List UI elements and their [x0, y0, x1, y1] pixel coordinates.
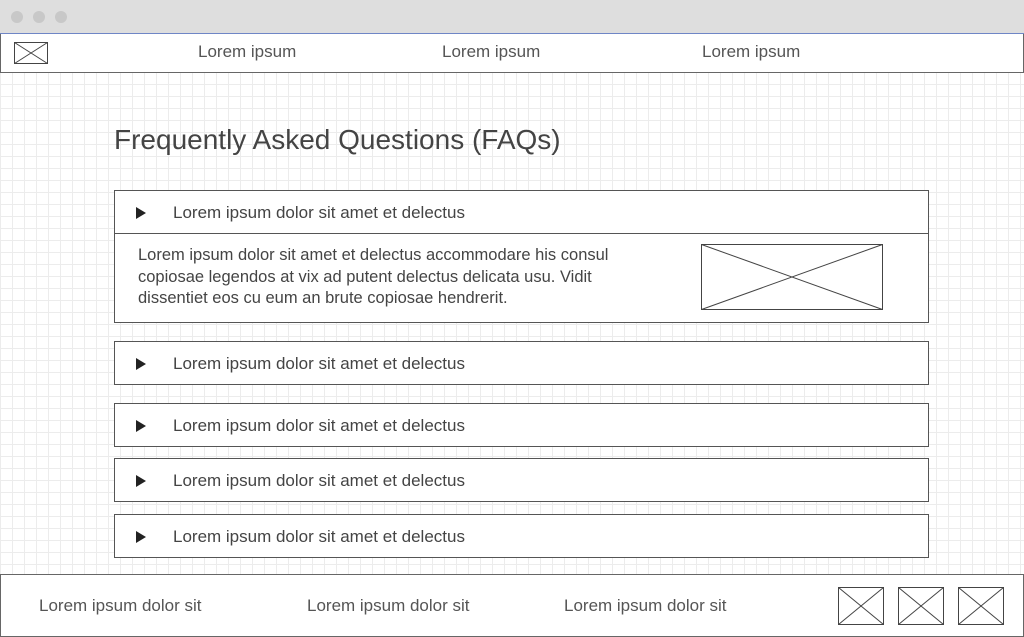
footer-link-1[interactable]: Lorem ipsum dolor sit: [39, 596, 202, 616]
footer-link-3[interactable]: Lorem ipsum dolor sit: [564, 596, 727, 616]
social-icon-1-placeholder-icon[interactable]: [838, 587, 884, 625]
top-navbar: Lorem ipsum Lorem ipsum Lorem ipsum: [0, 34, 1024, 73]
footer-link-2[interactable]: Lorem ipsum dolor sit: [307, 596, 470, 616]
faq-item-4: Lorem ipsum dolor sit amet et delectus: [114, 458, 929, 502]
faq-question-5: Lorem ipsum dolor sit amet et delectus: [173, 527, 465, 546]
window-maximize-dot[interactable]: [55, 11, 67, 23]
faq-item-5: Lorem ipsum dolor sit amet et delectus: [114, 514, 929, 558]
faq-item-3: Lorem ipsum dolor sit amet et delectus: [114, 403, 929, 447]
expand-arrow-icon: [136, 475, 146, 487]
faq-answer-panel-1: Lorem ipsum dolor sit amet et delectus a…: [115, 233, 928, 322]
faq-question-4: Lorem ipsum dolor sit amet et delectus: [173, 471, 465, 490]
nav-link-3[interactable]: Lorem ipsum: [702, 42, 800, 62]
expand-arrow-icon: [136, 358, 146, 370]
expand-arrow-icon: [136, 207, 146, 219]
window-titlebar: [0, 0, 1024, 34]
faq-toggle-3[interactable]: Lorem ipsum dolor sit amet et delectus: [115, 404, 928, 446]
faq-question-1: Lorem ipsum dolor sit amet et delectus: [173, 203, 465, 222]
window-close-dot[interactable]: [11, 11, 23, 23]
expand-arrow-icon: [136, 420, 146, 432]
image-placeholder-icon: [701, 244, 883, 310]
nav-link-1[interactable]: Lorem ipsum: [198, 42, 296, 62]
footer: Lorem ipsum dolor sit Lorem ipsum dolor …: [0, 574, 1024, 637]
nav-link-2[interactable]: Lorem ipsum: [442, 42, 540, 62]
faq-answer-1: Lorem ipsum dolor sit amet et delectus a…: [138, 246, 609, 307]
logo-placeholder-icon[interactable]: [14, 42, 48, 64]
faq-question-3: Lorem ipsum dolor sit amet et delectus: [173, 416, 465, 435]
expand-arrow-icon: [136, 531, 146, 543]
faq-item-2: Lorem ipsum dolor sit amet et delectus: [114, 341, 929, 385]
faq-question-2: Lorem ipsum dolor sit amet et delectus: [173, 354, 465, 373]
social-icon-2-placeholder-icon[interactable]: [898, 587, 944, 625]
faq-toggle-1[interactable]: Lorem ipsum dolor sit amet et delectus: [115, 191, 928, 233]
faq-toggle-4[interactable]: Lorem ipsum dolor sit amet et delectus: [115, 459, 928, 501]
faq-toggle-2[interactable]: Lorem ipsum dolor sit amet et delectus: [115, 342, 928, 384]
social-icon-3-placeholder-icon[interactable]: [958, 587, 1004, 625]
faq-toggle-5[interactable]: Lorem ipsum dolor sit amet et delectus: [115, 515, 928, 557]
page-title: Frequently Asked Questions (FAQs): [114, 124, 561, 155]
window-minimize-dot[interactable]: [33, 11, 45, 23]
faq-item-1: Lorem ipsum dolor sit amet et delectus L…: [114, 190, 929, 323]
